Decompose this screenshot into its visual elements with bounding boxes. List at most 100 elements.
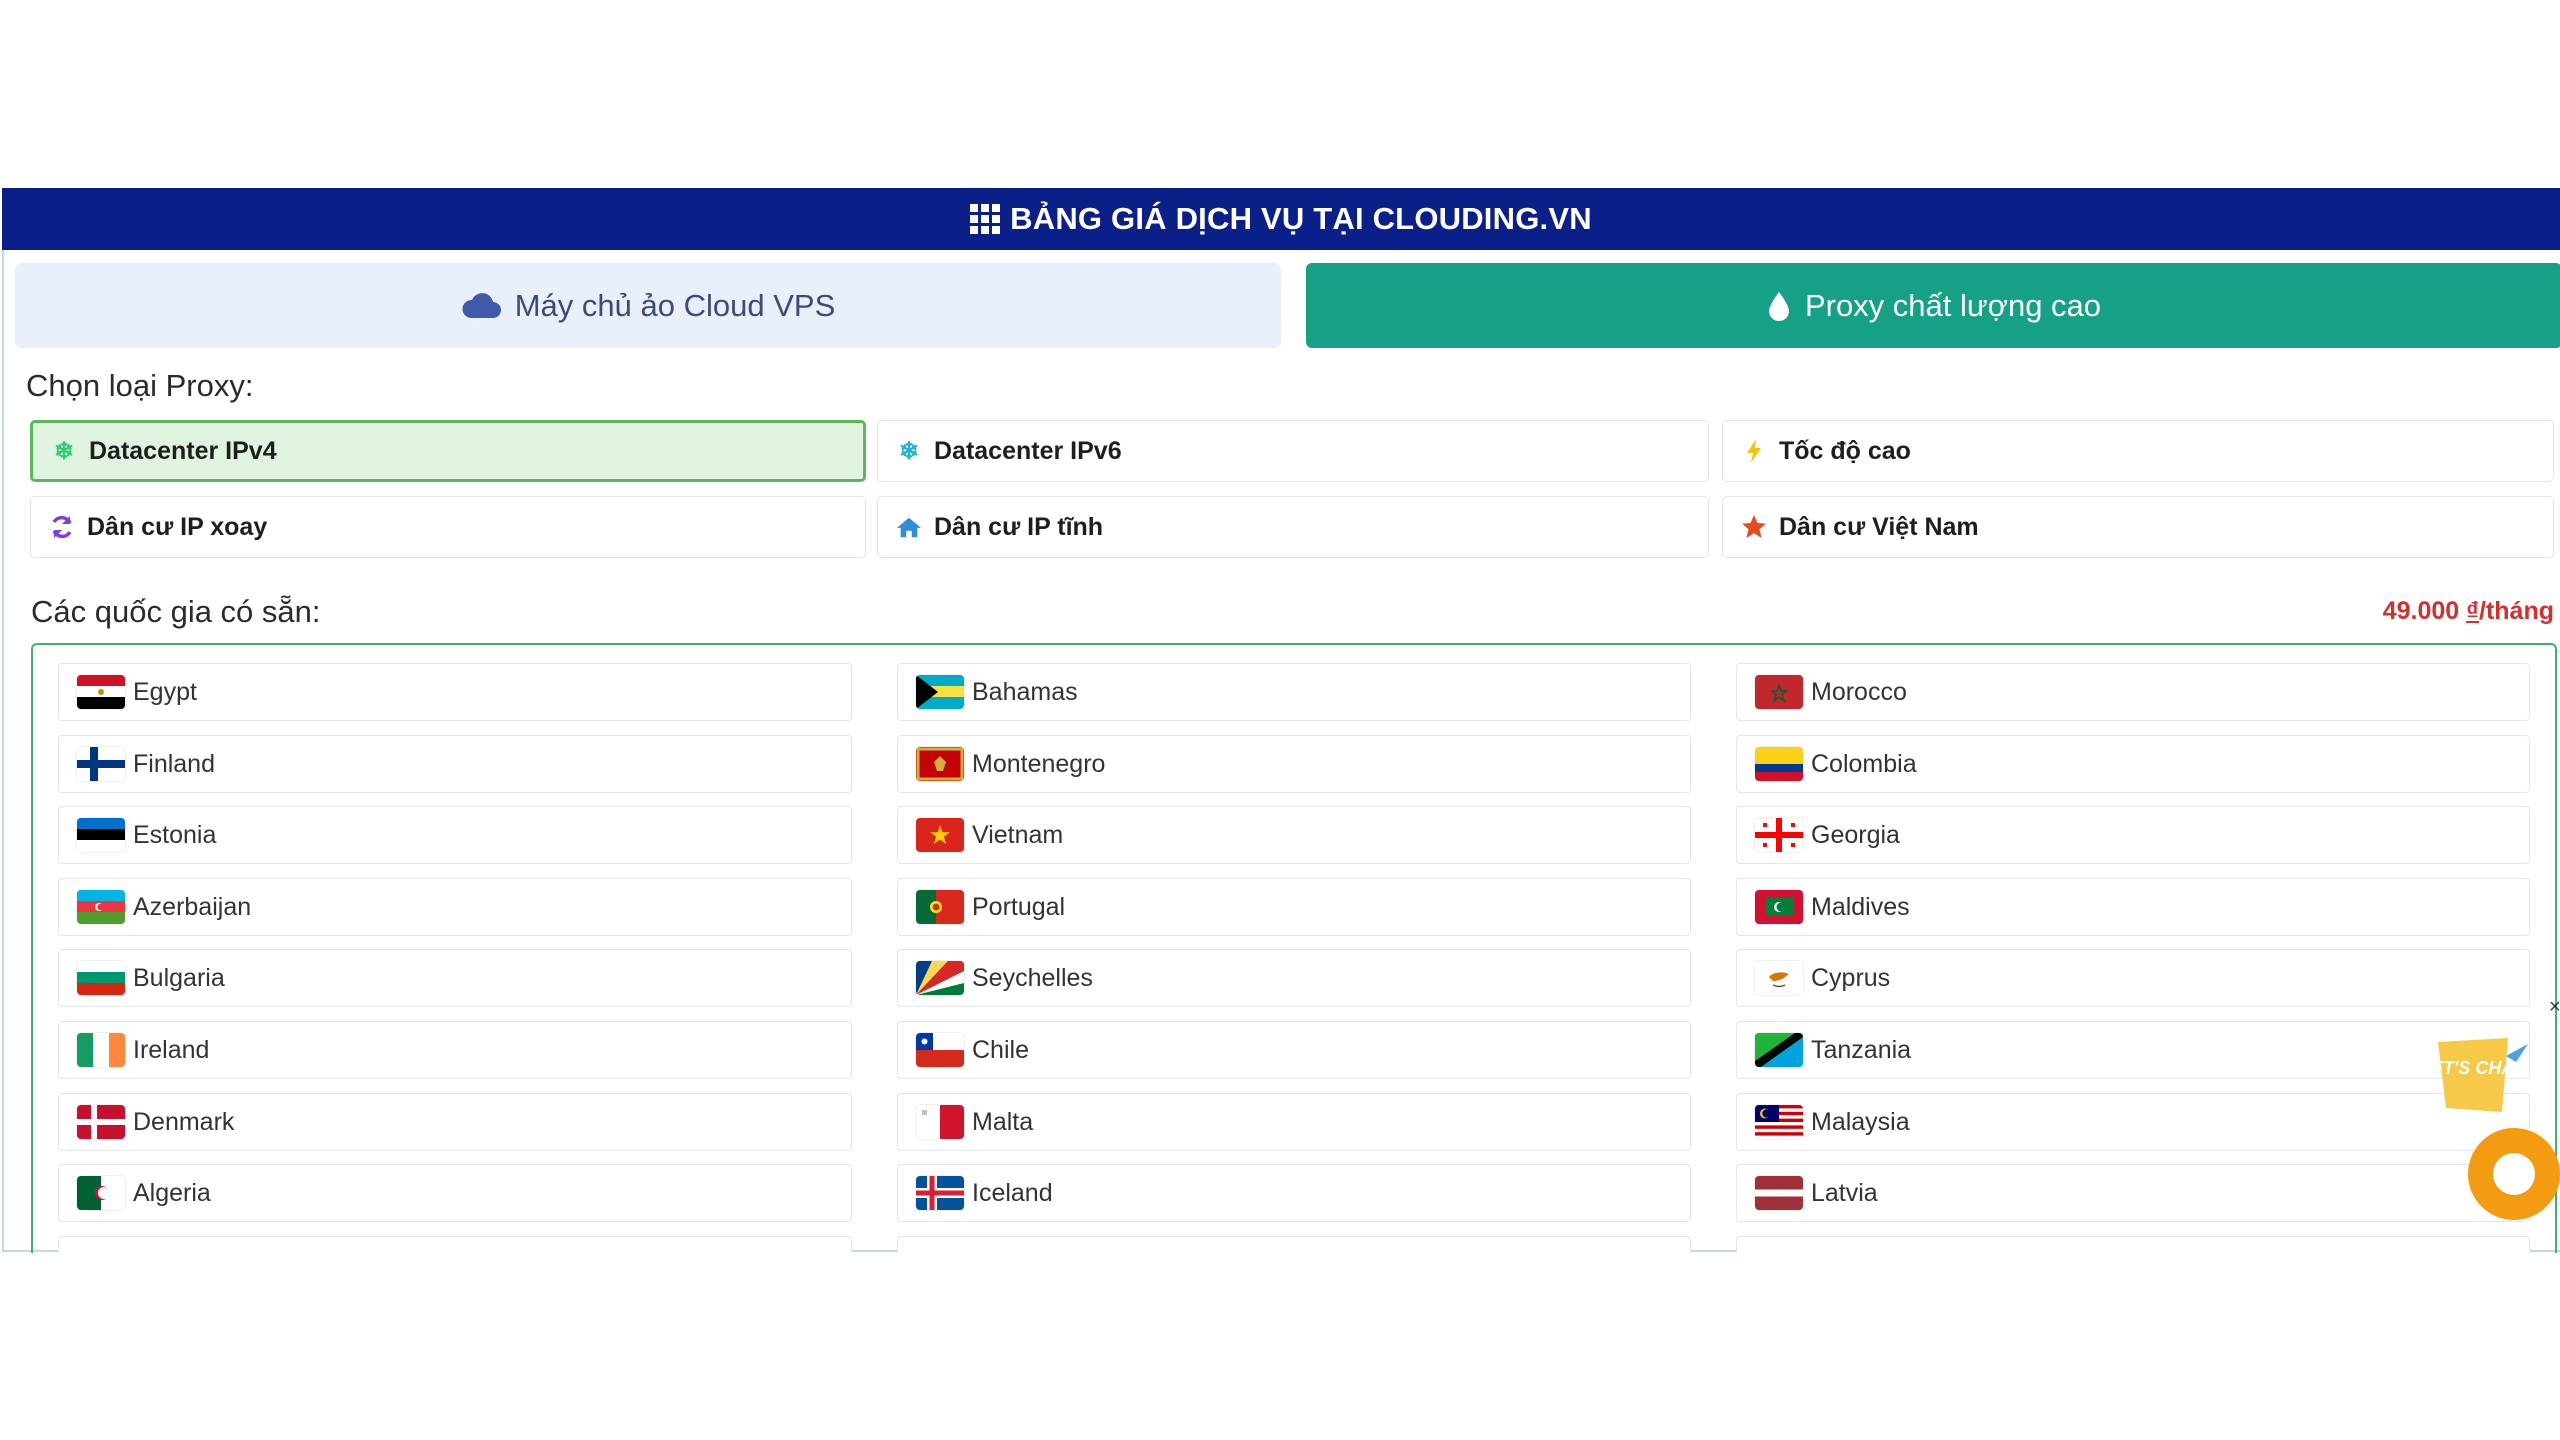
bulgaria-flag	[77, 961, 125, 995]
country-name: Iceland	[972, 1178, 1053, 1207]
country-item-maldives[interactable]: Maldives	[1736, 878, 2530, 936]
country-name: Malta	[972, 1107, 1034, 1136]
country-item-egypt[interactable]: Egypt	[58, 663, 852, 721]
denmark-flag	[77, 1105, 125, 1139]
proxy-type-dan-cu-ip-tinh[interactable]: Dân cư IP tĩnh	[877, 496, 1709, 558]
country-item-malaysia[interactable]: Malaysia	[1736, 1093, 2530, 1151]
pricing-title: BẢNG GIÁ DỊCH VỤ TẠI CLOUDING.VN	[1010, 201, 1592, 236]
snowflake-icon: ❄	[898, 437, 920, 465]
star-icon	[1741, 514, 1767, 540]
country-item-iceland[interactable]: Iceland	[897, 1164, 1691, 1222]
tab-cloud-vps[interactable]: Máy chủ ảo Cloud VPS	[15, 263, 1281, 348]
proxy-type-datacenter-ipv4[interactable]: ❄ Datacenter IPv4	[30, 420, 866, 482]
country-item-azerbaijan[interactable]: Azerbaijan	[58, 878, 852, 936]
droplet-icon	[1767, 290, 1791, 322]
rotate-icon	[49, 514, 75, 540]
price-currency: ₫	[2466, 597, 2479, 625]
country-item-portugal[interactable]: Portugal	[897, 878, 1691, 936]
country-name: Morocco	[1811, 677, 1907, 706]
seychelles-flag	[916, 961, 964, 995]
country-item-estonia[interactable]: Estonia	[58, 806, 852, 864]
estonia-flag	[77, 818, 125, 852]
chat-button[interactable]	[2468, 1128, 2560, 1220]
lets-chat-text: LET'S CHAT	[2432, 1058, 2526, 1078]
montenegro-flag	[916, 747, 964, 781]
country-item-seychelles[interactable]: Seychelles	[897, 949, 1691, 1007]
proxy-type-label: Datacenter IPv4	[89, 436, 277, 465]
country-item-colombia[interactable]: Colombia	[1736, 735, 2530, 793]
country-list: Egypt Finland Estonia Azerbaijan Bulgari…	[31, 643, 2557, 1253]
country-name: Bulgaria	[133, 963, 225, 992]
country-name: Bahamas	[972, 677, 1078, 706]
country-name: Denmark	[133, 1107, 235, 1136]
country-item-partial[interactable]	[1736, 1236, 2530, 1253]
proxy-type-heading: Chọn loại Proxy:	[26, 368, 254, 403]
country-item-denmark[interactable]: Denmark	[58, 1093, 852, 1151]
country-item-finland[interactable]: Finland	[58, 735, 852, 793]
ireland-flag	[77, 1033, 125, 1067]
proxy-type-label: Datacenter IPv6	[934, 436, 1122, 465]
country-item-tanzania[interactable]: Tanzania	[1736, 1021, 2530, 1079]
tanzania-flag	[1755, 1033, 1803, 1067]
country-item-partial[interactable]	[58, 1236, 852, 1253]
country-name: Maldives	[1811, 892, 1910, 921]
country-name: Latvia	[1811, 1178, 1878, 1207]
malta-flag	[916, 1105, 964, 1139]
country-name: Estonia	[133, 820, 217, 849]
country-item-algeria[interactable]: Algeria	[58, 1164, 852, 1222]
country-name: Finland	[133, 749, 215, 778]
home-icon	[896, 514, 922, 540]
country-name: Seychelles	[972, 963, 1093, 992]
country-item-latvia[interactable]: Latvia	[1736, 1164, 2530, 1222]
country-name: Algeria	[133, 1178, 211, 1207]
tab-proxy-label: Proxy chất lượng cao	[1804, 287, 2102, 323]
colombia-flag	[1755, 747, 1803, 781]
azerbaijan-flag	[77, 890, 125, 924]
finland-flag	[77, 747, 125, 781]
price-amount: 49.000	[2382, 597, 2460, 625]
malaysia-flag	[1755, 1105, 1803, 1139]
country-name: Cyprus	[1811, 963, 1891, 992]
country-item-vietnam[interactable]: Vietnam	[897, 806, 1691, 864]
tab-cloud-vps-label: Máy chủ ảo Cloud VPS	[514, 287, 836, 323]
algeria-flag	[77, 1176, 125, 1210]
country-item-georgia[interactable]: Georgia	[1736, 806, 2530, 864]
lets-chat-badge[interactable]: LET'S CHAT	[2432, 1036, 2528, 1116]
pricing-header: BẢNG GIÁ DỊCH VỤ TẠI CLOUDING.VN	[2, 188, 2560, 250]
country-name: Azerbaijan	[133, 892, 252, 921]
countries-heading: Các quốc gia có sẵn:	[31, 594, 321, 629]
country-item-montenegro[interactable]: Montenegro	[897, 735, 1691, 793]
country-name: Malaysia	[1811, 1107, 1910, 1136]
tab-proxy[interactable]: Proxy chất lượng cao	[1306, 263, 2560, 348]
country-item-cyprus[interactable]: Cyprus	[1736, 949, 2530, 1007]
proxy-type-label: Dân cư Việt Nam	[1779, 512, 1979, 541]
latvia-flag	[1755, 1176, 1803, 1210]
country-item-ireland[interactable]: Ireland	[58, 1021, 852, 1079]
grid-icon	[970, 204, 1001, 234]
country-name: Egypt	[133, 677, 197, 706]
proxy-type-datacenter-ipv6[interactable]: ❄ Datacenter IPv6	[877, 420, 1709, 482]
portugal-flag	[916, 890, 964, 924]
country-item-partial[interactable]	[897, 1236, 1691, 1253]
proxy-type-label: Dân cư IP tĩnh	[934, 512, 1104, 541]
price-per-month: 49.000 ₫/tháng	[2383, 597, 2554, 626]
proxy-type-dan-cu-ip-xoay[interactable]: Dân cư IP xoay	[30, 496, 866, 558]
chat-close-button[interactable]: ×	[2549, 996, 2560, 1019]
country-item-chile[interactable]: Chile	[897, 1021, 1691, 1079]
maldives-flag	[1755, 890, 1803, 924]
country-item-bulgaria[interactable]: Bulgaria	[58, 949, 852, 1007]
bahamas-flag	[916, 675, 964, 709]
country-name: Ireland	[133, 1035, 210, 1064]
country-item-morocco[interactable]: Morocco	[1736, 663, 2530, 721]
georgia-flag	[1755, 818, 1803, 852]
country-item-malta[interactable]: Malta	[897, 1093, 1691, 1151]
country-name: Vietnam	[972, 820, 1064, 849]
country-item-bahamas[interactable]: Bahamas	[897, 663, 1691, 721]
country-name: Montenegro	[972, 749, 1106, 778]
vietnam-flag	[916, 818, 964, 852]
country-name: Georgia	[1811, 820, 1900, 849]
proxy-type-toc-do-cao[interactable]: Tốc độ cao	[1722, 420, 2554, 482]
proxy-type-dan-cu-viet-nam[interactable]: Dân cư Việt Nam	[1722, 496, 2554, 558]
morocco-flag	[1755, 675, 1803, 709]
proxy-type-label: Dân cư IP xoay	[87, 512, 268, 541]
